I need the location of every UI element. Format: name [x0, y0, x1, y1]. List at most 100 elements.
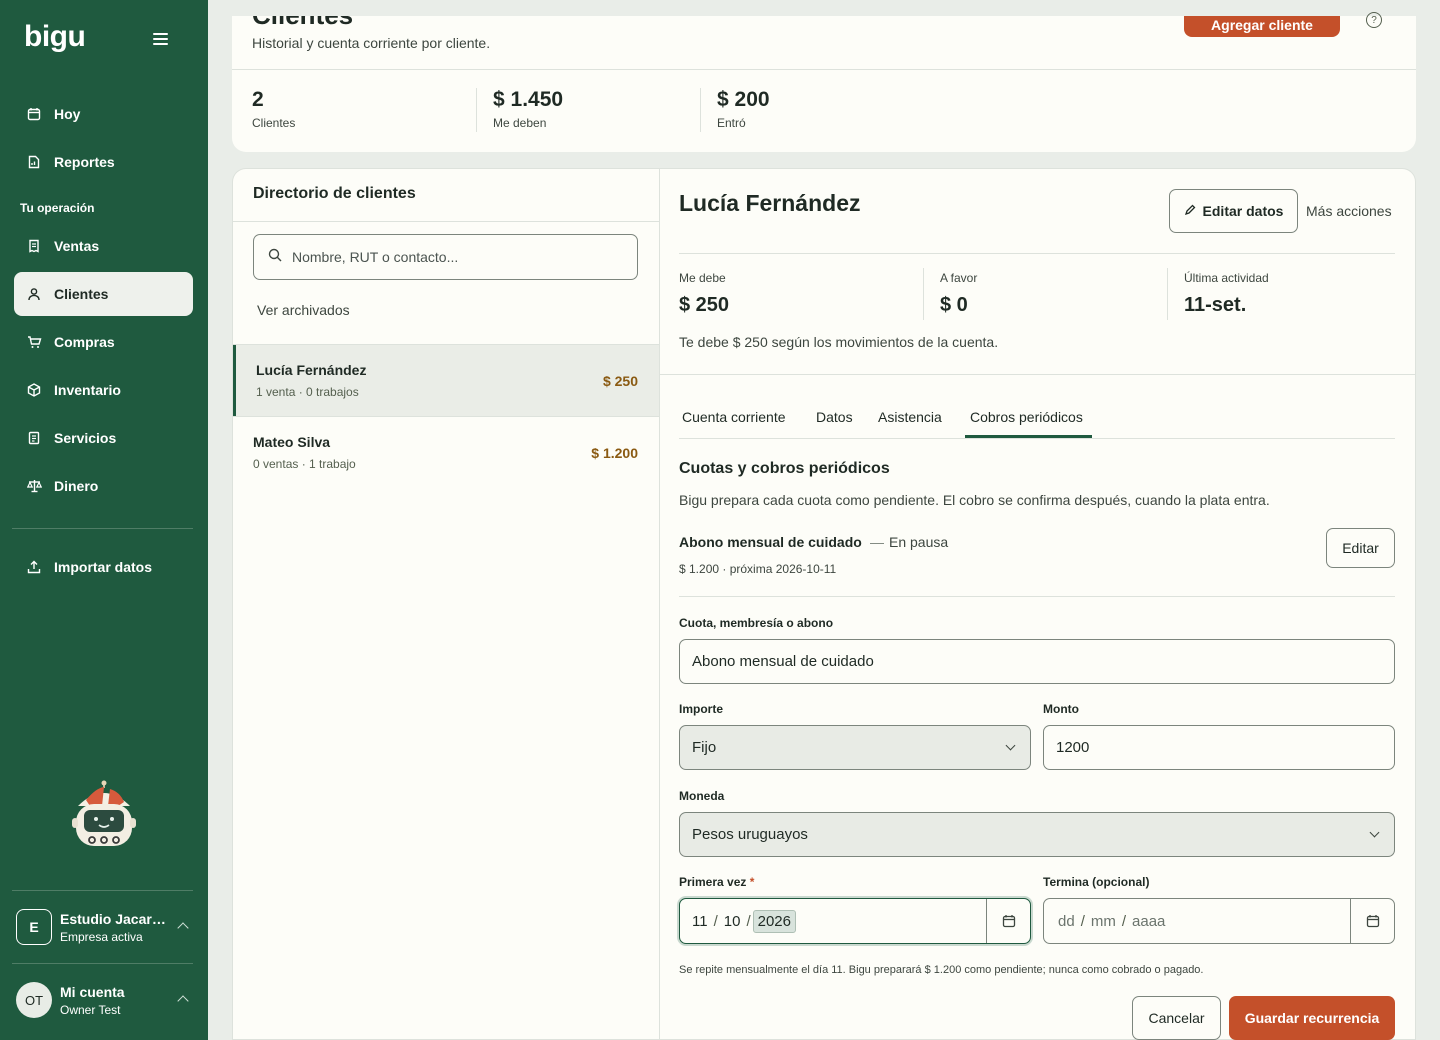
- currency-value: Pesos uruguayos: [692, 826, 808, 843]
- amount-type-label: Importe: [679, 702, 724, 716]
- client-search[interactable]: [253, 234, 638, 280]
- chevron-up-icon[interactable]: [177, 995, 189, 1007]
- end-month[interactable]: mm: [1091, 913, 1116, 930]
- pencil-icon: [1184, 203, 1196, 219]
- end-date-input[interactable]: dd / mm / aaaa: [1043, 898, 1395, 944]
- currency-select[interactable]: Pesos uruguayos: [679, 812, 1395, 857]
- end-day[interactable]: dd: [1058, 913, 1075, 930]
- date-separator: /: [1121, 912, 1127, 930]
- edit-data-button[interactable]: Editar datos: [1169, 189, 1298, 233]
- concept-input[interactable]: Abono mensual de cuidado: [679, 639, 1395, 684]
- divider: [232, 221, 659, 222]
- stat-credit-value: $ 0: [940, 294, 968, 316]
- calendar-icon[interactable]: [986, 899, 1030, 943]
- kpi-owed-label: Me deben: [493, 116, 547, 130]
- client-detail-name: Lucía Fernández: [679, 190, 861, 216]
- client-amount: $ 250: [602, 373, 638, 389]
- nav-label: Reportes: [54, 154, 115, 170]
- edit-recurrence-button[interactable]: Editar: [1326, 528, 1395, 568]
- view-archived-link[interactable]: Ver archivados: [257, 302, 350, 318]
- client-row[interactable]: Mateo Silva 0 ventas · 1 trabajo $ 1.200: [233, 417, 659, 489]
- org-status: Empresa activa: [60, 930, 143, 944]
- start-year[interactable]: 2026: [752, 909, 796, 933]
- nav-item-clientes[interactable]: Clientes: [14, 272, 193, 316]
- chevron-down-icon: [1369, 827, 1380, 838]
- balance-note: Te debe $ 250 según los movimientos de l…: [679, 334, 999, 350]
- nav-section-label: Tu operación: [20, 201, 95, 215]
- tab-asistencia[interactable]: Asistencia: [878, 409, 942, 425]
- document-icon: [26, 430, 42, 446]
- divider: [660, 374, 1415, 375]
- menu-icon[interactable]: [153, 33, 168, 45]
- tab-cuenta-corriente[interactable]: Cuenta corriente: [682, 409, 786, 425]
- cancel-button[interactable]: Cancelar: [1132, 996, 1221, 1040]
- date-separator: /: [713, 912, 718, 930]
- start-date-label: Primera vez *: [679, 875, 754, 889]
- nav-item-compras[interactable]: Compras: [14, 320, 193, 364]
- help-icon[interactable]: ?: [1366, 12, 1382, 28]
- nav-label: Compras: [54, 334, 115, 350]
- nav-item-dinero[interactable]: Dinero: [14, 464, 193, 508]
- more-actions-button[interactable]: Más acciones: [1306, 203, 1392, 219]
- tab-cobros-periodicos[interactable]: Cobros periódicos: [970, 409, 1083, 425]
- section-title: Cuotas y cobros periódicos: [679, 460, 890, 477]
- save-recurrence-button[interactable]: Guardar recurrencia: [1229, 996, 1395, 1040]
- date-separator: /: [1080, 912, 1085, 930]
- debt-badge: 2 con deuda: [356, 3, 434, 19]
- divider: [679, 596, 1395, 597]
- amount-type-select[interactable]: Fijo: [679, 725, 1031, 770]
- sidebar: bigu Hoy Reportes Tu operación Ventas Cl…: [0, 0, 208, 1040]
- cart-icon: [26, 334, 42, 350]
- search-input[interactable]: [292, 249, 612, 265]
- concept-label: Cuota, membresía o abono: [679, 616, 834, 630]
- client-row[interactable]: Lucía Fernández 1 venta · 0 trabajos $ 2…: [233, 345, 659, 417]
- stat-owed-label: Me debe: [679, 271, 726, 285]
- mascot-icon: [72, 780, 136, 856]
- recurrence-hint: Se repite mensualmente el día 11. Bigu p…: [679, 964, 1204, 976]
- add-client-button[interactable]: Agregar cliente: [1184, 16, 1340, 37]
- nav-item-inventario[interactable]: Inventario: [14, 368, 193, 412]
- calendar-icon[interactable]: [1350, 899, 1394, 943]
- nav-item-ventas[interactable]: Ventas: [14, 224, 193, 268]
- box-icon: [26, 382, 42, 398]
- kpi-clients-label: Clientes: [252, 116, 296, 130]
- nav-item-hoy[interactable]: Hoy: [14, 92, 193, 136]
- org-name[interactable]: Estudio Jacarandá: [60, 911, 170, 927]
- divider: [232, 69, 1416, 70]
- chevron-down-icon: [1005, 740, 1016, 751]
- nav-label: Ventas: [54, 238, 100, 254]
- date-separator: /: [746, 912, 751, 930]
- nav-label: Hoy: [54, 106, 81, 122]
- end-date-label: Termina (opcional): [1043, 875, 1150, 889]
- nav-label: Servicios: [54, 430, 117, 446]
- start-day[interactable]: 11: [692, 913, 708, 930]
- add-client-label: Agregar cliente: [1211, 17, 1313, 33]
- amount-input[interactable]: 1200: [1043, 725, 1395, 770]
- stat-owed-value: $ 250: [679, 294, 730, 316]
- edit-data-label: Editar datos: [1202, 203, 1284, 219]
- nav-item-importar[interactable]: Importar datos: [14, 545, 193, 589]
- account-avatar[interactable]: OT: [16, 982, 52, 1018]
- tab-datos[interactable]: Datos: [816, 409, 853, 425]
- client-meta: 1 venta · 0 trabajos: [256, 385, 359, 399]
- account-name[interactable]: Mi cuenta: [60, 984, 125, 1000]
- stat-activity-label: Última actividad: [1184, 271, 1269, 285]
- end-year[interactable]: aaaa: [1132, 913, 1165, 930]
- client-meta: 0 ventas · 1 trabajo: [253, 457, 356, 471]
- org-avatar[interactable]: E: [16, 909, 52, 945]
- start-date-input[interactable]: 11 / 10 / 2026: [679, 898, 1031, 944]
- scale-icon: [26, 478, 42, 494]
- divider: [679, 253, 1395, 254]
- nav-item-servicios[interactable]: Servicios: [14, 416, 193, 460]
- stat-separator: [1167, 268, 1168, 320]
- nav-item-reportes[interactable]: Reportes: [14, 140, 193, 184]
- chevron-up-icon[interactable]: [177, 922, 189, 934]
- user-icon: [26, 286, 42, 302]
- amount-value: 1200: [1056, 739, 1090, 756]
- upload-icon: [26, 559, 42, 575]
- recurrence-name: Abono mensual de cuidado: [679, 534, 862, 550]
- start-month[interactable]: 10: [724, 913, 741, 930]
- bigu-logo[interactable]: bigu: [24, 20, 86, 54]
- calendar-icon: [26, 106, 42, 122]
- currency-label: Moneda: [679, 789, 725, 803]
